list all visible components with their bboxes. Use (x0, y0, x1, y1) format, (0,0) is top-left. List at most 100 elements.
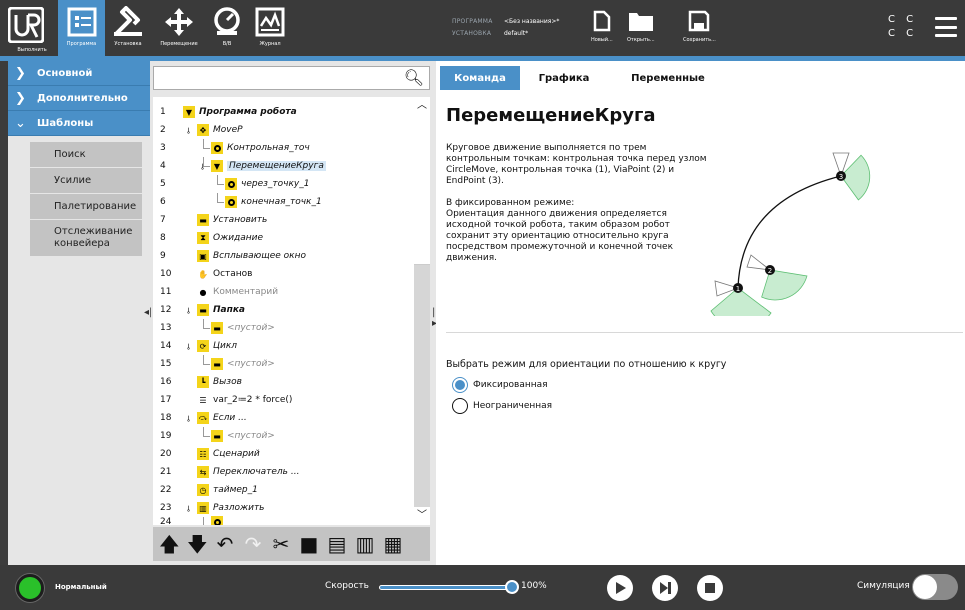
tree-row-number: 20 (160, 449, 172, 459)
collapse-pin-icon[interactable]: ⊸ (184, 415, 193, 422)
tree-row-number: 4 (160, 161, 166, 171)
simulation-toggle[interactable] (912, 574, 958, 600)
scroll-thumb[interactable] (414, 115, 430, 265)
io-tab-button[interactable]: В/В (207, 0, 247, 56)
tree-row[interactable]: 3 Контрольная_точ (153, 139, 414, 157)
tree-row[interactable]: 12 ⊸ ▬ Папка (153, 301, 414, 319)
tree-row-number: 14 (160, 341, 172, 351)
radio-unconstrained-label: Неограниченная (473, 401, 553, 411)
nav-basic[interactable]: ❯ Основной (8, 61, 150, 86)
open-file-button[interactable]: Открыть... (627, 10, 655, 43)
nav-template-force[interactable]: Усилие (30, 168, 142, 194)
radio-fixed-indicator[interactable] (452, 377, 468, 393)
tree-row[interactable]: 7 ▬ Установить (153, 211, 414, 229)
speed-slider-knob[interactable] (505, 580, 519, 594)
hamburger-menu-icon[interactable] (935, 17, 957, 37)
tree-row[interactable]: 5 через_точку_1 (153, 175, 414, 193)
loop-icon: ⟳ (197, 340, 209, 352)
tree-row[interactable]: 17 ☰ var_2≔2 * force() (153, 391, 414, 409)
save-file-button[interactable]: Сохранить... (683, 10, 716, 43)
scroll-down-icon[interactable]: ﹀ (414, 507, 430, 525)
nav-template-search[interactable]: Поиск (30, 142, 142, 168)
timer-icon: ◷ (197, 484, 209, 496)
move-tab-button[interactable]: Перемещение (151, 0, 207, 56)
tree-row[interactable]: 2 ⊸ ✥ MoveP (153, 121, 414, 139)
nav-advanced[interactable]: ❯ Дополнительно (8, 86, 150, 111)
tab-variables[interactable]: Переменные (618, 66, 718, 90)
tree-row[interactable]: 15 ▬ <пустой> (153, 355, 414, 373)
robot-status-button[interactable] (16, 574, 44, 602)
tree-row-number: 2 (160, 125, 166, 135)
tree-row-label: таймер_1 (213, 485, 258, 495)
cut-icon[interactable]: ✂ (271, 534, 291, 554)
tree-connector (203, 364, 210, 365)
tree-row[interactable]: 4⊸▼ПеремещениеКруга (153, 157, 414, 175)
tab-command[interactable]: Команда (440, 66, 520, 90)
tab-graphics[interactable]: Графика (524, 66, 604, 90)
radio-fixed[interactable]: Фиксированная (452, 377, 548, 393)
tree-row[interactable]: 16 ┗ Вызов (153, 373, 414, 391)
assignment-icon: ☰ (199, 395, 207, 405)
tree-row[interactable]: 9 ▣ Всплывающее окно (153, 247, 414, 265)
waypoint-icon (211, 516, 223, 525)
tree-row[interactable]: 1 ▼ Программа робота (153, 103, 414, 121)
diagram-point-1: 1 (736, 285, 740, 293)
collapse-pin-icon[interactable]: ⊸ (184, 127, 193, 134)
speed-slider[interactable] (379, 585, 511, 590)
nav-template-conveyor[interactable]: Отслеживание конвейера (30, 220, 142, 257)
play-button[interactable] (607, 575, 633, 601)
tree-row[interactable]: 19 ▬ <пустой> (153, 427, 414, 445)
waypoint-icon (225, 178, 237, 190)
stop-button[interactable] (697, 575, 723, 601)
tree-row[interactable]: 23 ⊸ ▥ Разложить (153, 499, 414, 517)
radio-unconstrained[interactable]: Неограниченная (452, 398, 552, 414)
radio-unconstrained-indicator[interactable] (452, 398, 468, 414)
move-down-icon[interactable]: 🡇 (187, 534, 208, 554)
nav-templates[interactable]: ⌄ Шаблоны (8, 111, 150, 136)
installation-tab-button[interactable]: Установка (105, 0, 151, 56)
diagram-point-2: 2 (768, 267, 772, 275)
tree-row-label: Переключатель ... (213, 467, 300, 477)
paste-icon[interactable]: ▤ (327, 534, 347, 554)
nav-template-palletizing[interactable]: Палетирование (30, 194, 142, 220)
suppress-icon[interactable]: ▦ (383, 534, 403, 554)
redo-icon[interactable]: ↷ (243, 534, 263, 554)
tree-row[interactable]: 22 ◷ таймер_1 (153, 481, 414, 499)
tree-row[interactable]: 21 ⇆ Переключатель ... (153, 463, 414, 481)
tree-row[interactable]: 13 ▬ <пустой> (153, 319, 414, 337)
run-tab-button[interactable]: Выполнить (6, 0, 58, 56)
program-tab-button[interactable]: Программа (58, 0, 105, 56)
new-file-button[interactable]: Новый... (591, 10, 613, 43)
tree-row[interactable]: 10 ✋ Останов (153, 265, 414, 283)
scroll-up-icon[interactable]: ︿ (414, 97, 430, 115)
tree-row-label: Программа робота (199, 107, 297, 117)
tree-scrollbar[interactable]: ︿ ﹀ (414, 97, 430, 525)
copy-icon[interactable]: ■ (299, 534, 319, 554)
tree-row[interactable]: 11 ● Комментарий (153, 283, 414, 301)
delete-icon[interactable]: ▥ (355, 534, 375, 554)
tree-row-number: 16 (160, 377, 172, 387)
tree-row[interactable]: 18 ⊸ ⤼ Если ... (153, 409, 414, 427)
step-button[interactable] (652, 575, 678, 601)
move-up-icon[interactable]: 🡅 (159, 534, 180, 554)
tree-row-label: Цикл (213, 341, 238, 351)
comment-icon: ● (199, 287, 207, 297)
collapse-pin-icon[interactable]: ⊸ (184, 307, 193, 314)
program-flag-icon: ▼ (183, 106, 195, 118)
tree-connector (217, 202, 224, 203)
tree-row[interactable]: 14 ⊸ ⟳ Цикл (153, 337, 414, 355)
command-title: ПеремещениеКруга (446, 105, 656, 126)
undo-icon[interactable]: ↶ (215, 534, 235, 554)
tree-row[interactable]: 20 ☷ Сценарий (153, 445, 414, 463)
tree-row[interactable]: 24 (153, 516, 414, 525)
diagram-point-3: 3 (839, 173, 843, 181)
tree-row-number: 3 (160, 143, 166, 153)
installation-tab-label: Установка (114, 41, 142, 47)
log-tab-button[interactable]: Журнал (247, 0, 293, 56)
collapse-pin-icon[interactable]: ⊸ (184, 505, 193, 512)
tree-search-input[interactable]: 🔍︎ (153, 66, 430, 90)
tree-row[interactable]: 8 ⧗ Ожидание (153, 229, 414, 247)
collapse-pin-icon[interactable]: ⊸ (184, 343, 193, 350)
tree-row[interactable]: 6 конечная_точк_1 (153, 193, 414, 211)
tree-row-number: 13 (160, 323, 172, 333)
